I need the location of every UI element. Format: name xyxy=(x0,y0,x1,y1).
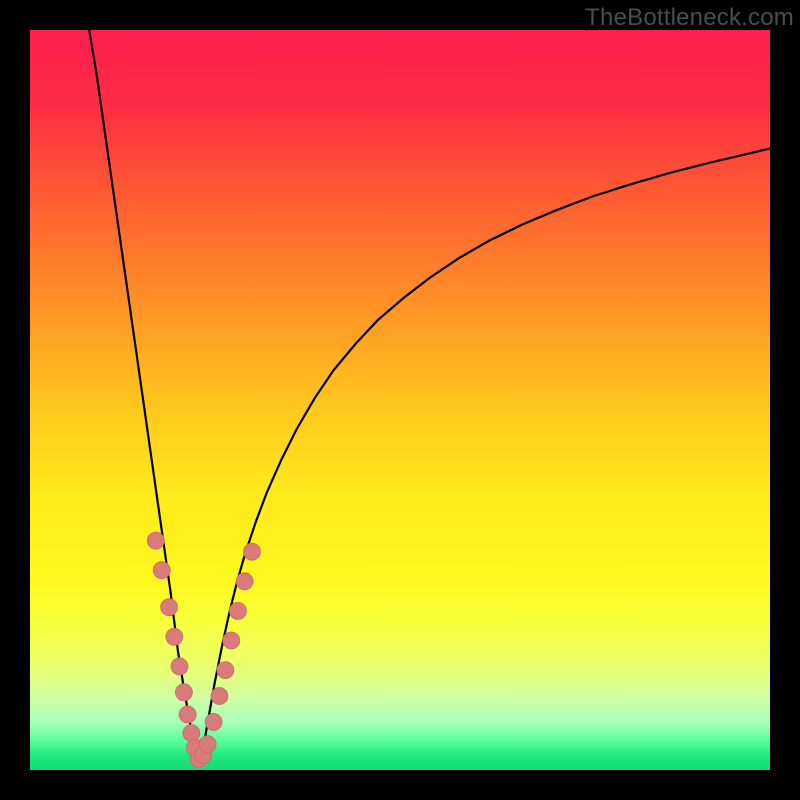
marker-dot xyxy=(153,562,170,579)
marker-dots xyxy=(147,532,260,767)
chart-frame: TheBottleneck.com xyxy=(0,0,800,800)
marker-dot xyxy=(171,658,188,675)
marker-dot xyxy=(179,706,196,723)
marker-dot xyxy=(229,602,246,619)
marker-dot xyxy=(147,532,164,549)
marker-dot xyxy=(244,543,261,560)
marker-dot xyxy=(217,662,234,679)
marker-dot xyxy=(205,713,222,730)
curve-right-branch xyxy=(199,148,770,762)
plot-area xyxy=(30,30,770,770)
marker-dot xyxy=(223,632,240,649)
marker-dot xyxy=(183,725,200,742)
curve-left-branch xyxy=(89,30,199,763)
marker-dot xyxy=(211,688,228,705)
marker-dot xyxy=(161,599,178,616)
marker-dot xyxy=(166,628,183,645)
curves-layer xyxy=(30,30,770,770)
marker-dot xyxy=(236,573,253,590)
marker-dot xyxy=(199,736,216,753)
watermark-text: TheBottleneck.com xyxy=(585,4,794,32)
marker-dot xyxy=(175,684,192,701)
